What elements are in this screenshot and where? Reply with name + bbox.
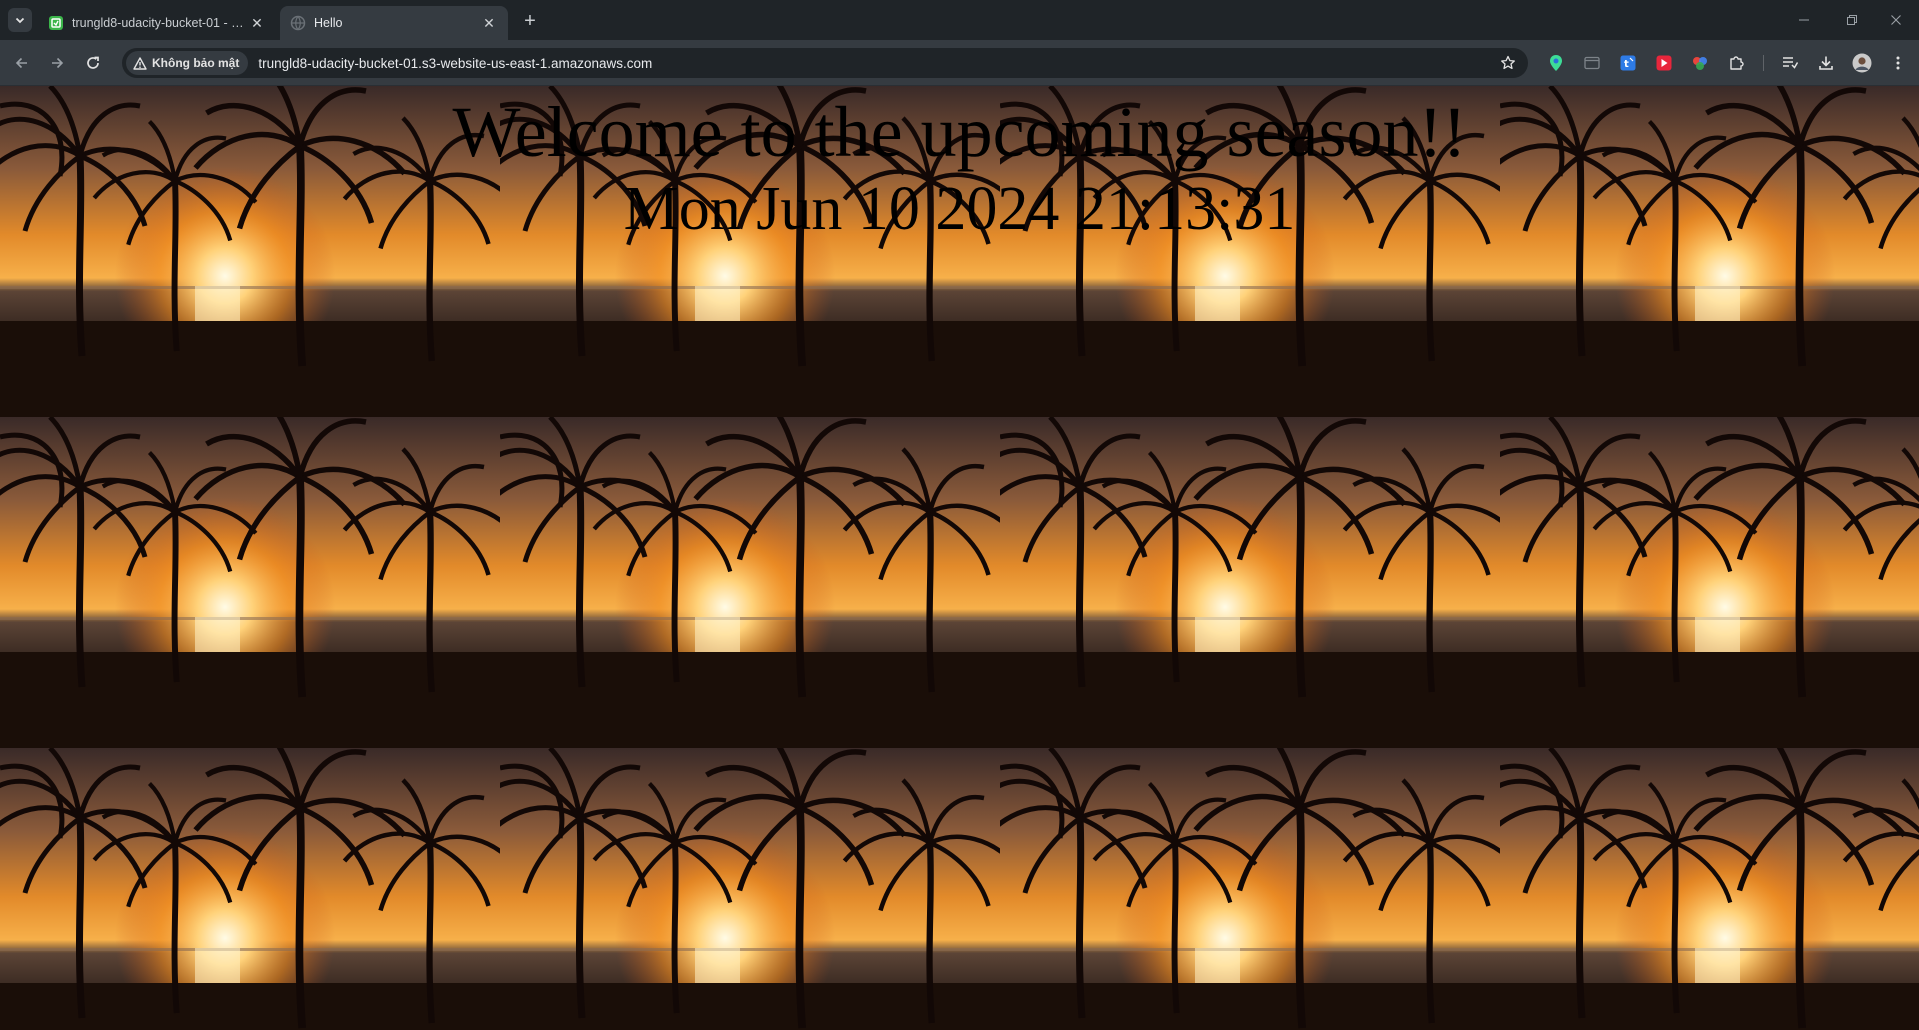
chevron-down-icon [15, 17, 25, 24]
address-bar[interactable]: Không bảo mật trungld8-udacity-bucket-01… [122, 48, 1528, 78]
tab-strip: trungld8-udacity-bucket-01 - S3 bucket ✕… [0, 0, 1919, 40]
back-button[interactable] [9, 50, 35, 76]
restore-button[interactable] [1834, 6, 1870, 34]
background-tile [0, 748, 500, 1030]
vpn-extension-button[interactable] [1545, 52, 1567, 74]
arrow-left-icon [15, 57, 27, 69]
page-date: Mon Jun 10 2024 21:13:31 [623, 175, 1296, 243]
translate-extension-button[interactable]: t [1617, 52, 1639, 74]
tab-title: trungld8-udacity-bucket-01 - S3 bucket [72, 16, 248, 30]
minimize-button[interactable] [1786, 6, 1822, 34]
tab-search-button[interactable] [8, 8, 32, 32]
security-label: Không bảo mật [152, 56, 240, 70]
bookmark-button[interactable] [1498, 53, 1518, 73]
tab-hello[interactable]: Hello ✕ [280, 6, 508, 40]
reading-list-icon [1783, 57, 1798, 69]
profile-button[interactable] [1851, 52, 1873, 74]
background-tile [1000, 748, 1500, 1030]
reload-icon [87, 56, 99, 69]
page-heading: Welcome to the upcoming season!! [452, 92, 1467, 172]
arrow-right-icon [52, 57, 64, 69]
tab-s3-bucket[interactable]: trungld8-udacity-bucket-01 - S3 bucket ✕ [38, 6, 276, 40]
puzzle-icon [1730, 56, 1744, 70]
background-tile [1500, 748, 1919, 1030]
background-tile [1000, 417, 1500, 748]
forward-button[interactable] [44, 50, 70, 76]
window-extension-icon [1584, 56, 1600, 70]
extensions-button[interactable] [1725, 52, 1747, 74]
browser-menu-button[interactable] [1887, 52, 1909, 74]
window-extension-button[interactable] [1581, 52, 1603, 74]
minimize-icon [1799, 19, 1809, 21]
close-icon [1891, 15, 1901, 25]
s3-bucket-icon [48, 15, 64, 31]
video-extension-button[interactable] [1653, 52, 1675, 74]
browser-toolbar: Không bảo mật trungld8-udacity-bucket-01… [0, 40, 1919, 86]
plus-icon: + [524, 10, 536, 32]
downloads-button[interactable] [1815, 52, 1837, 74]
avatar [1852, 53, 1872, 73]
more-vertical-icon [1896, 56, 1900, 70]
star-icon [1501, 55, 1515, 70]
background-tile [0, 417, 500, 748]
toolbar-divider [1763, 55, 1764, 71]
color-extension-button[interactable] [1689, 52, 1711, 74]
vpn-extension-icon [1550, 55, 1562, 71]
restore-icon [1847, 15, 1857, 25]
svg-text:t: t [1624, 59, 1629, 70]
reload-button[interactable] [80, 50, 106, 76]
page-viewport: Welcome to the upcoming season!! Mon Jun… [0, 86, 1919, 1030]
warning-icon [133, 56, 147, 70]
background-tile [500, 417, 1000, 748]
background-tile [500, 748, 1000, 1030]
globe-icon [290, 15, 306, 31]
color-extension-icon [1693, 57, 1707, 70]
download-icon [1819, 56, 1833, 70]
translate-extension-icon: t [1620, 55, 1636, 71]
close-icon[interactable]: ✕ [480, 14, 498, 32]
tab-title: Hello [314, 16, 343, 30]
close-icon[interactable]: ✕ [248, 14, 266, 32]
video-extension-icon [1656, 55, 1672, 71]
site-info-button[interactable]: Không bảo mật [126, 51, 249, 75]
close-window-button[interactable] [1878, 6, 1914, 34]
background-tile [1500, 417, 1919, 748]
reading-list-button[interactable] [1779, 52, 1801, 74]
new-tab-button[interactable]: + [518, 9, 542, 33]
url-text[interactable]: trungld8-udacity-bucket-01.s3-website-us… [258, 56, 652, 71]
